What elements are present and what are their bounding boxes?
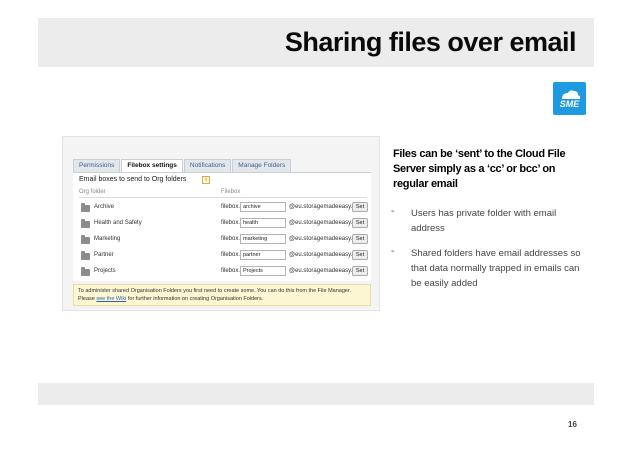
- tab-notifications[interactable]: Notifications: [183, 159, 232, 172]
- note-pre: Please: [78, 296, 97, 302]
- column-header-filebox: Filebox: [221, 189, 241, 195]
- filebox-address-input[interactable]: partner: [240, 250, 286, 260]
- help-icon[interactable]: i: [202, 176, 210, 184]
- table-row: Partner filebox. partner @eu.storagemade…: [79, 250, 368, 264]
- tab-filebox-settings[interactable]: Filebox settings: [121, 159, 183, 172]
- section-heading: Email boxes to send to Org folders: [79, 176, 187, 183]
- tab-permissions[interactable]: Permissions: [73, 159, 121, 172]
- filebox-settings-body: Email boxes to send to Org folders i Org…: [73, 173, 371, 281]
- folder-icon: [81, 251, 90, 260]
- bullet-text: Users has private folder with email addr…: [411, 208, 557, 234]
- filebox-address-input[interactable]: marketing: [240, 234, 286, 244]
- bullet-marker: -: [391, 206, 395, 217]
- bullet-text: Shared folders have email addresses so t…: [411, 248, 581, 289]
- set-button[interactable]: Set: [352, 250, 368, 260]
- folder-name: Partner: [94, 252, 114, 258]
- filebox-address-input[interactable]: health: [240, 218, 286, 228]
- filebox-prefix: filebox.: [221, 220, 241, 226]
- wiki-link[interactable]: see the Wiki: [96, 296, 126, 302]
- table-row: Marketing filebox. marketing @eu.storage…: [79, 234, 368, 248]
- logo-text: SME: [559, 99, 580, 109]
- set-button[interactable]: Set: [352, 266, 368, 276]
- table-row: Archive filebox. archive @eu.storagemade…: [79, 202, 368, 216]
- folder-name: Archive: [94, 204, 115, 210]
- set-button[interactable]: Set: [352, 218, 368, 228]
- folder-name: Marketing: [94, 236, 121, 242]
- set-button[interactable]: Set: [352, 234, 368, 244]
- folder-name: Health and Safety: [94, 220, 142, 226]
- filebox-prefix: filebox.: [221, 236, 241, 242]
- column-header-org-folder: Org folder: [79, 189, 106, 195]
- filebox-address-input[interactable]: archive: [240, 202, 286, 212]
- note-line-2: Please see the Wiki for further informat…: [78, 295, 366, 303]
- folder-icon: [81, 203, 90, 212]
- folder-name: Projects: [94, 268, 116, 274]
- slide-title: Sharing files over email: [284, 27, 577, 57]
- note-line-1: To administer shared Organisation Folder…: [78, 288, 352, 294]
- settings-tabs: Permissions Filebox settings Notificatio…: [73, 159, 292, 172]
- key-statement: Files can be ‘sent’ to the Cloud File Se…: [393, 148, 566, 190]
- admin-note: To administer shared Organisation Folder…: [73, 284, 371, 306]
- filebox-address-input[interactable]: Projects: [240, 266, 286, 276]
- folder-icon: [81, 235, 90, 244]
- slide: Sharing files over email SME Permissions…: [0, 0, 638, 451]
- filebox-prefix: filebox.: [221, 268, 241, 274]
- bullet-marker: -: [391, 246, 395, 257]
- table-row: Projects filebox. Projects @eu.storagema…: [79, 266, 368, 280]
- filebox-prefix: filebox.: [221, 252, 241, 258]
- note-post: for further information on creating Orga…: [126, 296, 264, 302]
- folder-icon: [81, 267, 90, 276]
- set-button[interactable]: Set: [352, 202, 368, 212]
- table-row: Health and Safety filebox. health @eu.st…: [79, 218, 368, 232]
- header-divider: [79, 197, 367, 198]
- filebox-settings-screenshot: Permissions Filebox settings Notificatio…: [62, 136, 380, 311]
- tab-manage-folders[interactable]: Manage Folders: [232, 159, 292, 172]
- page-number: 16: [568, 420, 577, 429]
- folder-icon: [81, 219, 90, 228]
- title-band: Sharing files over email: [38, 18, 594, 67]
- filebox-prefix: filebox.: [221, 204, 241, 210]
- footer-band: [38, 383, 594, 405]
- sme-logo: SME: [553, 82, 586, 115]
